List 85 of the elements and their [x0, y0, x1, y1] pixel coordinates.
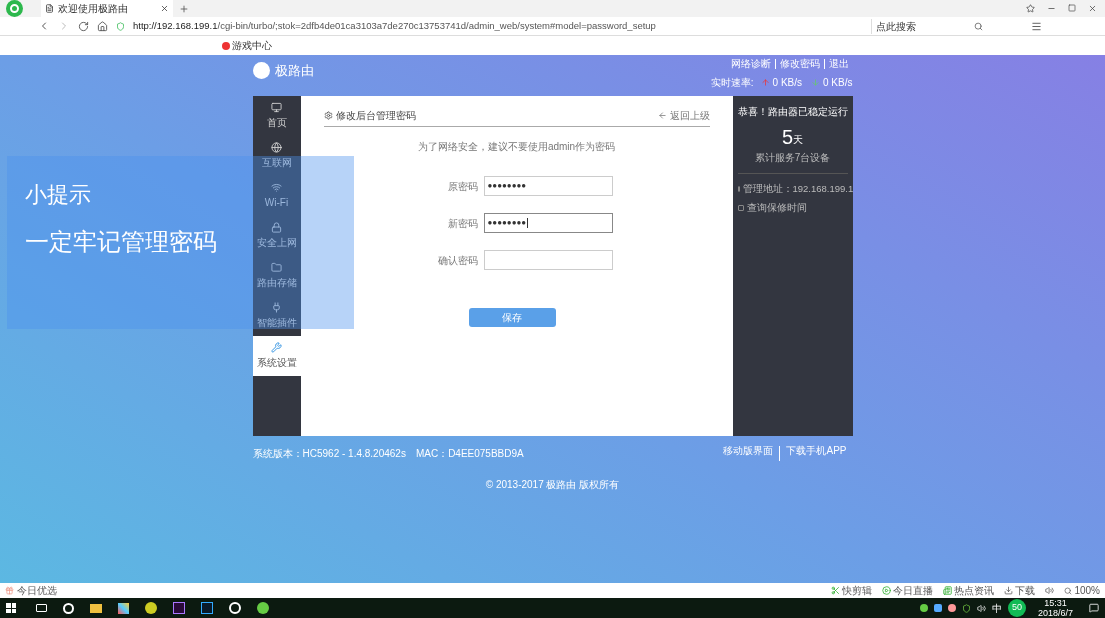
status-link[interactable]: 今日直播: [893, 583, 934, 598]
download-icon: [1004, 586, 1014, 595]
search-field[interactable]: 点此搜索: [876, 18, 916, 34]
served-devices: 累计服务7台设备: [737, 150, 848, 174]
sidebar-item[interactable]: 首页: [252, 96, 301, 136]
search-icon[interactable]: [974, 21, 983, 31]
field-label: 新密码: [446, 216, 479, 231]
brand-logo-icon: [252, 62, 270, 80]
tip-title: 小提示: [25, 181, 91, 209]
sidebar-item[interactable]: 智能插件: [252, 296, 301, 336]
notification-icon[interactable]: [1089, 603, 1099, 613]
status-link[interactable]: 今日优选: [17, 583, 57, 598]
tip-message: 一定牢记管理密码: [25, 227, 217, 257]
speed-label: 实时速率:: [710, 76, 754, 90]
info-item[interactable]: 查询保修时间: [746, 201, 807, 216]
brand-name: 极路由: [274, 62, 314, 80]
shield-icon: [116, 21, 125, 31]
sidebar-item[interactable]: 安全上网: [252, 216, 301, 256]
input-field[interactable]: [483, 250, 613, 270]
start-icon[interactable]: [6, 603, 16, 613]
folder-icon: [271, 262, 282, 273]
sidebar-item[interactable]: 系统设置: [252, 336, 301, 376]
scissors-icon: [831, 586, 841, 595]
input-field[interactable]: ●●●●●●●●: [483, 176, 613, 196]
arrow-left-icon: [657, 111, 667, 120]
star-icon[interactable]: [1026, 4, 1035, 13]
status-link[interactable]: 下载: [1015, 583, 1036, 598]
field-label: 原密码: [446, 179, 479, 194]
status-link[interactable]: 快剪辑: [842, 583, 873, 598]
browser-tab[interactable]: 欢迎使用极路由: [41, 0, 173, 17]
play-icon: [882, 586, 892, 595]
zoom-level[interactable]: 100%: [1074, 583, 1100, 598]
plug-icon: [271, 302, 282, 313]
back-link[interactable]: 返回上级: [669, 108, 710, 123]
gift-icon: [5, 586, 14, 595]
hint-text: 为了网络安全，建议不要使用admin作为密码: [416, 140, 617, 154]
close-icon[interactable]: [160, 4, 169, 13]
maximize-icon[interactable]: [1068, 4, 1076, 12]
ime-indicator[interactable]: 中: [991, 600, 1002, 616]
panel-title: 修改后台管理密码: [335, 109, 416, 123]
globe-icon: [271, 142, 282, 153]
video-editor-app-icon[interactable]: [173, 602, 185, 614]
status-title: 恭喜！路由器已稳定运行: [737, 105, 848, 119]
image-editor-app-icon[interactable]: [201, 602, 213, 614]
upload-icon: [760, 78, 770, 87]
input-field[interactable]: ●●●●●●●●: [483, 213, 613, 233]
home-icon[interactable]: [97, 20, 108, 32]
tiles-app-icon[interactable]: [118, 602, 129, 614]
uptime-unit: 天: [793, 134, 804, 147]
task-view-icon[interactable]: [36, 604, 47, 612]
wifi-icon: [271, 182, 282, 193]
wrench-icon: [271, 342, 282, 353]
status-link[interactable]: 热点资讯: [954, 583, 995, 598]
upload-speed: 0 KB/s: [772, 76, 803, 90]
game-icon: [222, 41, 230, 50]
shield-icon[interactable]: [961, 603, 971, 613]
uptime-days: 5: [781, 127, 794, 147]
clock[interactable]: 15:31 2018/6/7: [1037, 598, 1073, 618]
browser-app-icon[interactable]: [257, 602, 269, 614]
bookmark-link[interactable]: 游戏中心: [232, 38, 272, 53]
address-field[interactable]: http://192.168.199.1/cgi-bin/turbo/;stok=2dfb4de01ca3103a7de270c13753741d/admin_web/system#model=password_setup: [133, 18, 863, 34]
ring-app-icon[interactable]: [229, 602, 241, 614]
info-item: 管理地址：192.168.199.1: [742, 182, 854, 196]
mac-address: MAC：D4EE075BBD9A: [415, 447, 524, 461]
page-icon: [45, 4, 54, 13]
lock-icon: [271, 222, 282, 233]
download-speed: 0 KB/s: [823, 76, 853, 90]
sidebar-item[interactable]: 路由存储: [252, 256, 301, 296]
new-tab-icon[interactable]: [179, 4, 189, 14]
news-icon: [943, 586, 953, 595]
menu-icon[interactable]: [1031, 20, 1042, 32]
speaker-icon[interactable]: [976, 603, 986, 613]
monitor-icon: [271, 102, 282, 113]
volume-icon[interactable]: [1045, 586, 1055, 595]
gear-icon: [323, 111, 333, 120]
download-icon: [811, 78, 821, 87]
reload-icon[interactable]: [78, 20, 89, 32]
plus-app-icon[interactable]: [145, 602, 157, 614]
field-label: 确认密码: [436, 253, 479, 268]
firmware-version: 系统版本：HC5962 - 1.4.8.20462s: [252, 447, 406, 461]
zoom-icon: [1064, 586, 1073, 595]
card-icon: [737, 205, 744, 212]
close-window-icon[interactable]: [1088, 4, 1097, 13]
copyright: © 2013-2017 极路由 版权所有: [485, 478, 620, 492]
folder-app-icon[interactable]: [90, 603, 102, 613]
